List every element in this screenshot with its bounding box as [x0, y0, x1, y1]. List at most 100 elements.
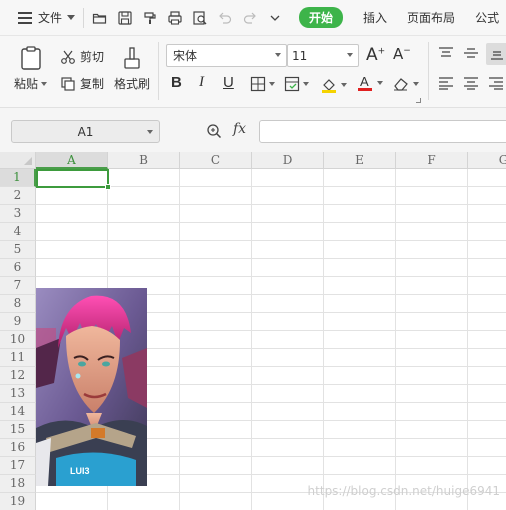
tab-formula[interactable]: 公式	[475, 9, 499, 26]
decrease-font-icon: A−	[393, 45, 411, 63]
clear-button[interactable]	[392, 76, 419, 92]
column-header-b[interactable]: B	[108, 152, 180, 169]
border-button[interactable]	[250, 76, 275, 92]
row-header-9[interactable]: 9	[0, 313, 36, 331]
chevron-down-icon	[41, 81, 48, 86]
watermark: https://blog.csdn.net/huige6941	[307, 484, 500, 498]
tab-insert[interactable]: 插入	[363, 9, 387, 26]
row-header-14[interactable]: 14	[0, 403, 36, 421]
align-top-icon	[439, 47, 453, 57]
formula-bar: A1 fx	[0, 108, 506, 152]
row-header-17[interactable]: 17	[0, 457, 36, 475]
ribbon-home: 粘贴 剪切 复制 格式刷 宋体 11 A+ A− B I U A	[0, 36, 506, 108]
chevron-down-icon	[147, 130, 153, 134]
font-size-select[interactable]: 11	[287, 44, 359, 67]
scissors-icon	[61, 50, 75, 64]
column-header-e[interactable]: E	[324, 152, 396, 169]
format-painter-label: 格式刷	[114, 77, 151, 91]
increase-font-button[interactable]: A+	[366, 45, 385, 65]
column-header-c[interactable]: C	[180, 152, 252, 169]
align-middle-button[interactable]	[463, 46, 479, 60]
copy-button[interactable]: 复制	[60, 75, 104, 92]
chevron-down-icon	[377, 81, 383, 85]
row-header-2[interactable]: 2	[0, 187, 36, 205]
fill-color-button[interactable]	[320, 76, 347, 94]
align-left-icon	[439, 77, 453, 90]
format-painter-button[interactable]: 格式刷	[114, 45, 150, 92]
column-header-a[interactable]: A	[36, 152, 108, 169]
file-menu-button[interactable]: 文件	[0, 0, 76, 36]
column-header-d[interactable]: D	[252, 152, 324, 169]
save-icon[interactable]	[117, 10, 133, 26]
zoom-icon[interactable]	[206, 123, 222, 139]
row-header-4[interactable]: 4	[0, 223, 36, 241]
row-header-19[interactable]: 19	[0, 493, 36, 510]
cut-label: 剪切	[80, 50, 105, 64]
row-header-8[interactable]: 8	[0, 295, 36, 313]
row-header-15[interactable]: 15	[0, 421, 36, 439]
row-header-3[interactable]: 3	[0, 205, 36, 223]
cell-style-button[interactable]	[284, 76, 309, 92]
clipboard-icon	[20, 46, 41, 70]
svg-text:LUI3: LUI3	[70, 466, 90, 476]
active-cell-a1[interactable]	[36, 169, 109, 188]
row-header-18[interactable]: 18	[0, 475, 36, 493]
align-top-button[interactable]	[438, 46, 454, 60]
paint-bucket-icon	[322, 79, 336, 93]
copy-label: 复制	[80, 77, 105, 91]
row-header-12[interactable]: 12	[0, 367, 36, 385]
divider	[83, 7, 85, 28]
select-all-corner[interactable]	[0, 152, 36, 169]
file-menu-label: 文件	[38, 11, 63, 25]
print-icon[interactable]	[167, 10, 183, 26]
italic-button[interactable]: I	[199, 74, 204, 91]
italic-label: I	[199, 74, 204, 90]
tab-page-layout[interactable]: 页面布局	[407, 9, 455, 26]
border-icon	[250, 76, 266, 92]
increase-font-icon: A+	[366, 45, 386, 65]
align-middle-icon	[464, 48, 478, 58]
font-color-button[interactable]: A	[356, 74, 383, 92]
inserted-picture[interactable]: LUI3	[36, 288, 147, 486]
name-box[interactable]: A1	[11, 120, 160, 143]
chevron-down-icon	[67, 15, 76, 20]
tab-start[interactable]: 开始	[299, 7, 344, 28]
undo-icon[interactable]	[217, 10, 233, 26]
more-icon[interactable]	[267, 10, 283, 26]
copy-icon	[61, 76, 75, 91]
font-dialog-launcher-icon[interactable]	[416, 98, 421, 103]
svg-text:A: A	[360, 74, 369, 89]
align-right-button[interactable]	[488, 76, 504, 90]
chevron-down-icon	[303, 82, 309, 86]
cut-button[interactable]: 剪切	[60, 48, 104, 65]
brush-icon	[124, 47, 140, 69]
hamburger-icon	[18, 12, 32, 24]
bold-button[interactable]: B	[171, 74, 182, 91]
row-header-13[interactable]: 13	[0, 385, 36, 403]
row-header-16[interactable]: 16	[0, 439, 36, 457]
formula-input[interactable]	[259, 120, 506, 143]
underline-button[interactable]: U	[223, 74, 234, 91]
row-header-5[interactable]: 5	[0, 241, 36, 259]
row-header-10[interactable]: 10	[0, 331, 36, 349]
paste-label: 粘贴	[14, 77, 39, 91]
row-header-7[interactable]: 7	[0, 277, 36, 295]
print-preview-icon[interactable]	[192, 10, 208, 26]
redo-icon[interactable]	[242, 10, 258, 26]
row-header-11[interactable]: 11	[0, 349, 36, 367]
insert-function-button[interactable]: fx	[233, 121, 246, 137]
row-header-1[interactable]: 1	[0, 169, 36, 187]
decrease-font-button[interactable]: A−	[393, 45, 411, 63]
format-painter-icon[interactable]	[142, 10, 158, 26]
align-bottom-button[interactable]	[486, 43, 506, 65]
open-folder-icon[interactable]	[92, 10, 108, 26]
paste-button[interactable]: 粘贴	[14, 45, 48, 92]
font-name-select[interactable]: 宋体	[166, 44, 287, 67]
row-header-6[interactable]: 6	[0, 259, 36, 277]
align-center-button[interactable]	[463, 76, 479, 90]
column-header-g[interactable]: G	[468, 152, 506, 169]
fill-handle[interactable]	[105, 184, 111, 190]
column-header-f[interactable]: F	[396, 152, 468, 169]
align-left-button[interactable]	[438, 76, 454, 90]
align-bottom-icon	[491, 51, 503, 60]
